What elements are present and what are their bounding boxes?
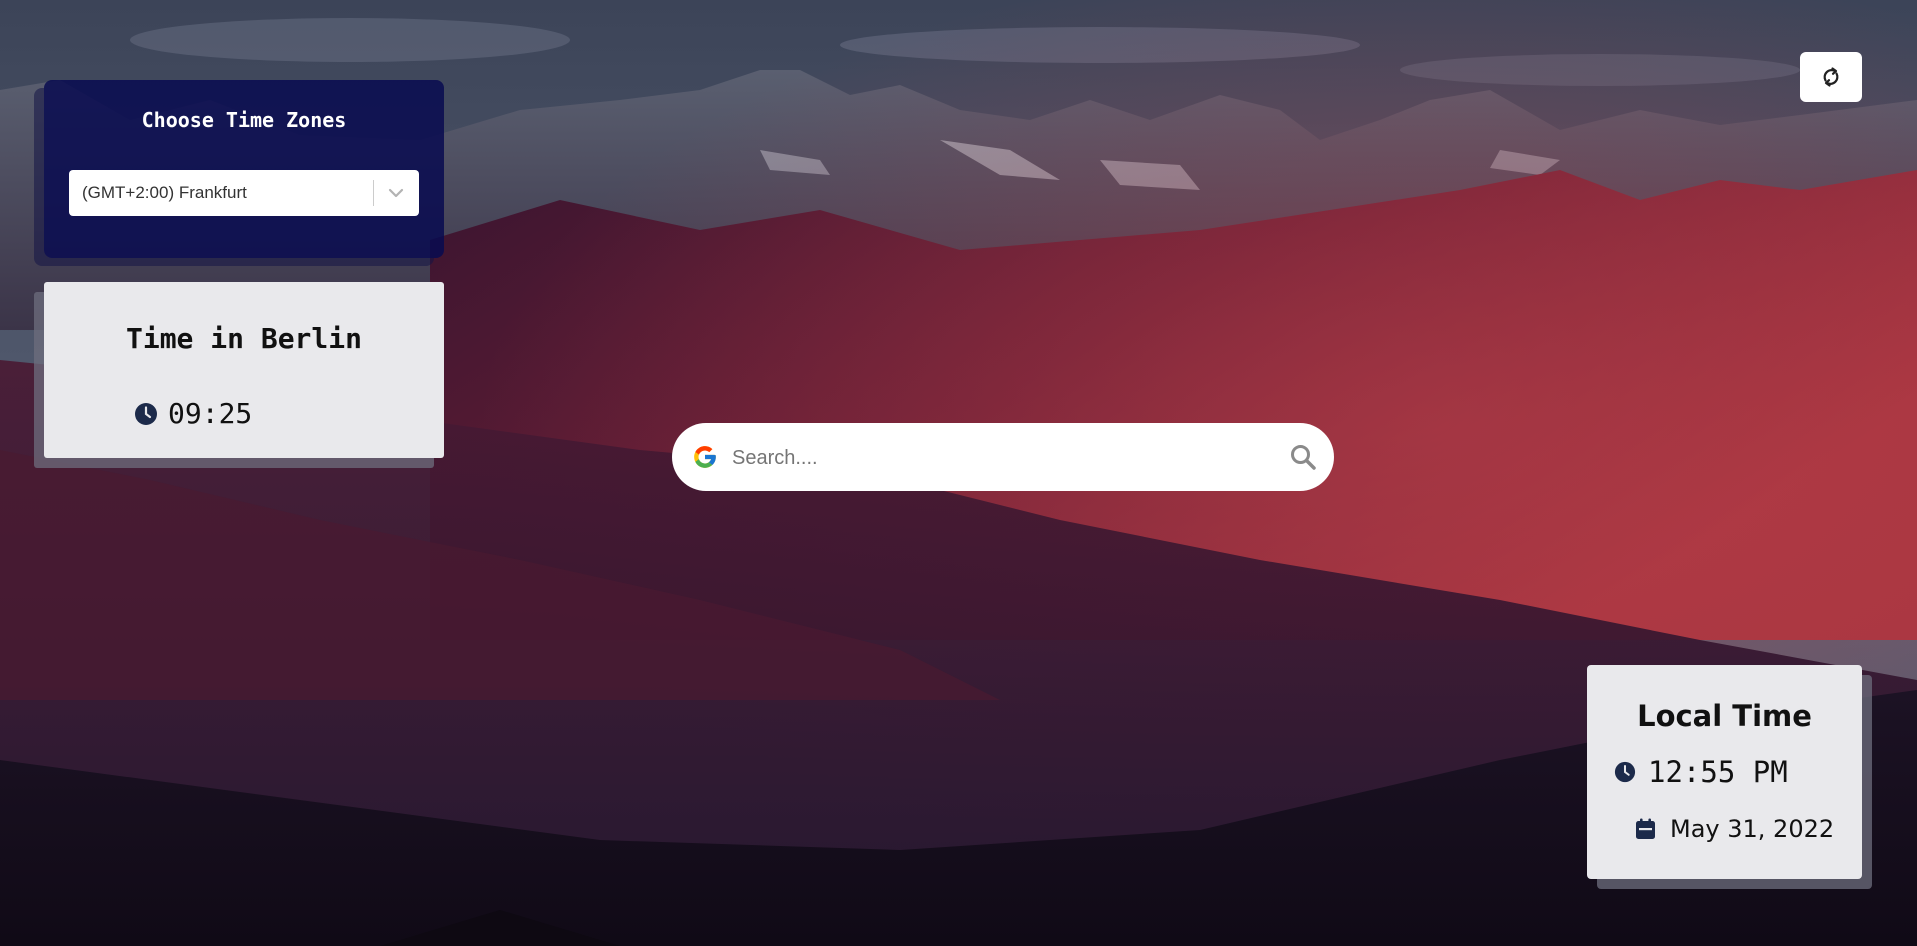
refresh-icon [1819, 65, 1843, 89]
refresh-button[interactable] [1800, 52, 1862, 102]
local-time-value: 12:55 PM [1648, 755, 1788, 789]
city-time-card: Time in Berlin 09:25 [44, 282, 444, 458]
clock-icon [134, 402, 158, 426]
city-time-value: 09:25 [168, 397, 253, 430]
search-icon[interactable] [1289, 443, 1317, 471]
calendar-icon [1635, 818, 1656, 840]
local-date-value: May 31, 2022 [1670, 815, 1835, 843]
select-separator [373, 180, 374, 206]
google-icon [692, 444, 718, 470]
timezone-panel-title: Choose Time Zones [141, 108, 347, 132]
timezone-panel: Choose Time Zones (GMT+2:00) Frankfurt [44, 80, 444, 258]
local-time-title: Local Time [1637, 699, 1812, 733]
city-time-title: Time in Berlin [125, 322, 362, 355]
search-input[interactable] [730, 437, 1254, 479]
clock-icon [1614, 761, 1636, 783]
timezone-select[interactable]: (GMT+2:00) Frankfurt [69, 170, 419, 216]
timezone-selected-value: (GMT+2:00) Frankfurt [82, 183, 247, 202]
local-time-card: Local Time 12:55 PM May 31, 2022 [1587, 665, 1862, 879]
search-bar [672, 423, 1334, 491]
chevron-down-icon[interactable] [385, 182, 407, 204]
